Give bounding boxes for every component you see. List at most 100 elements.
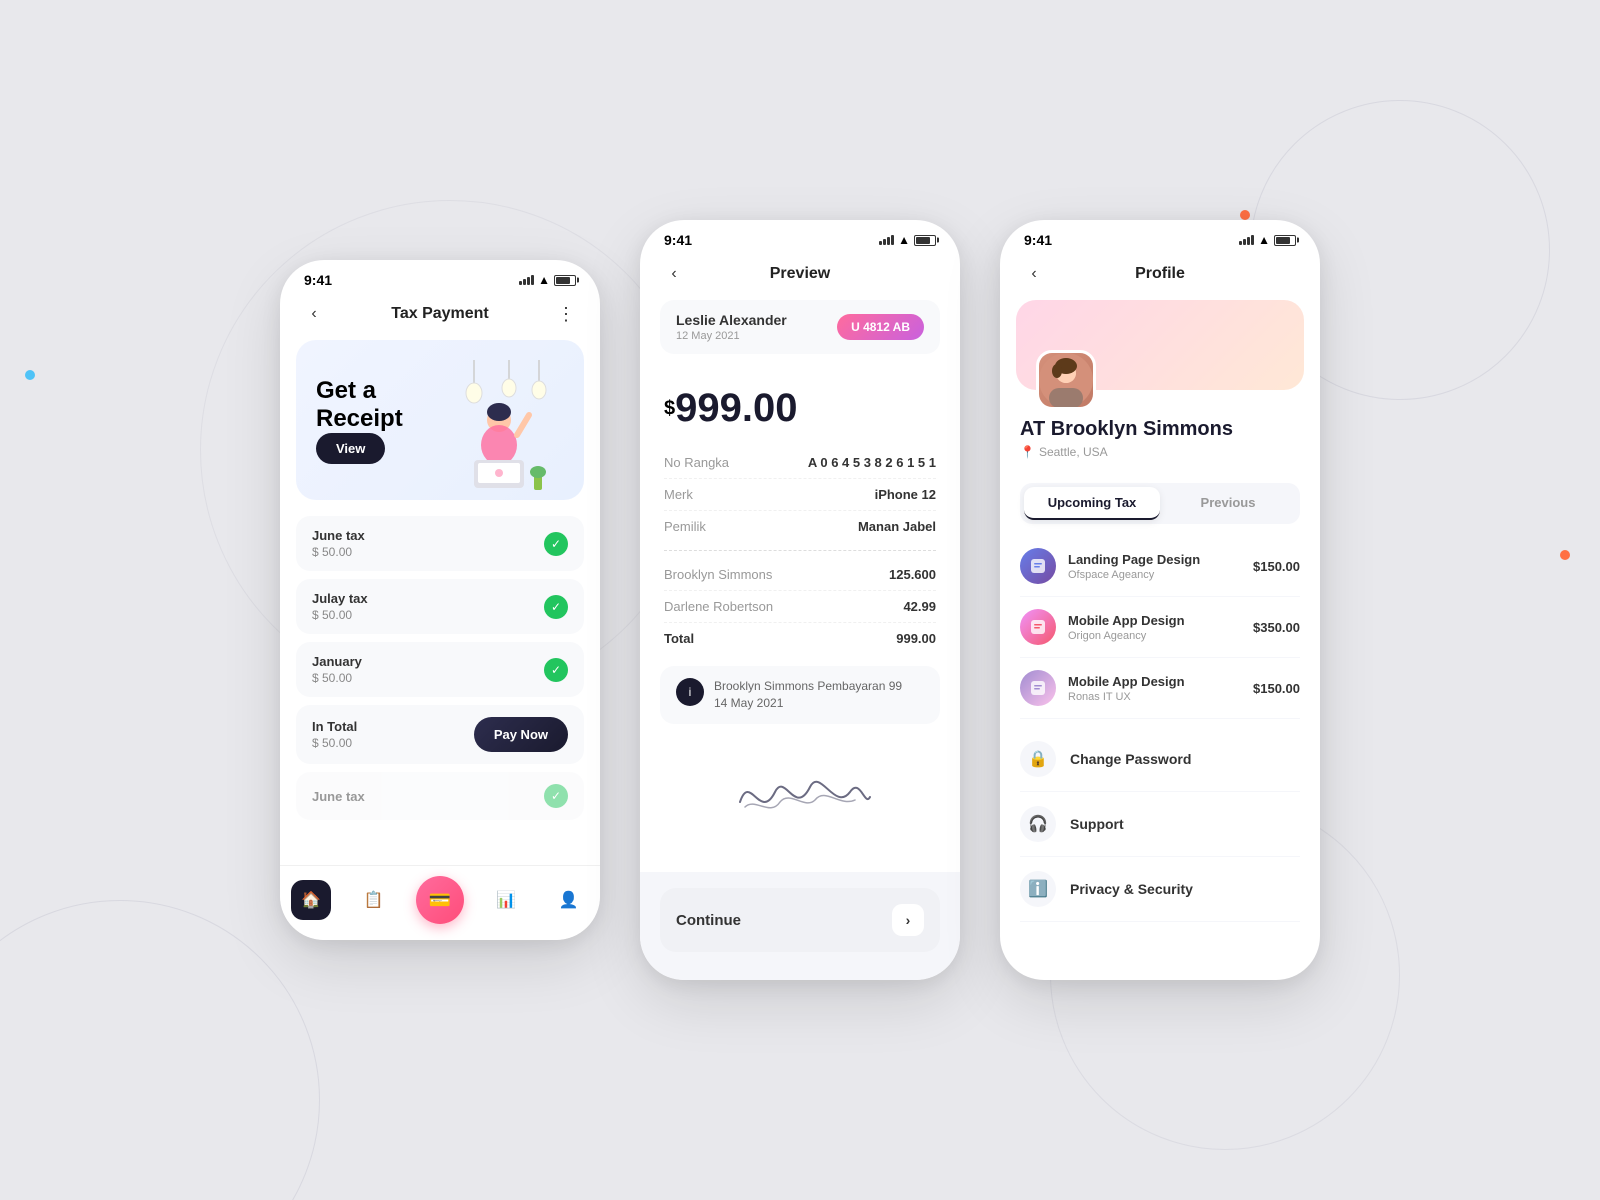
location-pin-icon: 📍 bbox=[1020, 445, 1035, 459]
tax-entry-1-amount: $150.00 bbox=[1253, 559, 1300, 574]
page-title-right: Profile bbox=[1135, 265, 1185, 283]
settings-items: 🔒 Change Password 🎧 Support ℹ️ Privacy &… bbox=[1000, 719, 1320, 930]
breakdown-label-darlene: Darlene Robertson bbox=[664, 599, 773, 614]
status-icons-middle: ▲ bbox=[879, 233, 936, 247]
battery-icon-left bbox=[554, 275, 576, 286]
nav-home[interactable]: 🏠 bbox=[291, 880, 331, 920]
tax-entry-3-company: Ronas IT UX bbox=[1068, 691, 1185, 703]
breakdown-value-total: 999.00 bbox=[896, 631, 936, 646]
support-icon: 🎧 bbox=[1020, 806, 1056, 842]
breakdown-label-total: Total bbox=[664, 631, 694, 646]
view-button[interactable]: View bbox=[316, 433, 385, 464]
status-icons-right: ▲ bbox=[1239, 233, 1296, 247]
detail-row-merk: Merk iPhone 12 bbox=[664, 479, 936, 511]
tax-item-total-amount: $ 50.00 bbox=[312, 736, 357, 750]
continue-btn-container: Continue › bbox=[640, 872, 960, 980]
info-main-text: Brooklyn Simmons Pembayaran 99 bbox=[714, 678, 902, 695]
settings-change-password[interactable]: 🔒 Change Password bbox=[1020, 727, 1300, 792]
battery-icon-middle bbox=[914, 235, 936, 246]
wifi-icon-left: ▲ bbox=[538, 273, 550, 287]
detail-label-pemilik: Pemilik bbox=[664, 519, 706, 534]
currency-symbol: $ bbox=[664, 398, 675, 420]
tax-entry-2-amount: $350.00 bbox=[1253, 620, 1300, 635]
tax-item-total-info: In Total $ 50.00 bbox=[312, 719, 357, 750]
tax-item-january: January $ 50.00 ✓ bbox=[296, 642, 584, 697]
lock-icon: 🔒 bbox=[1020, 741, 1056, 777]
nav-center-payment[interactable]: 💳 bbox=[416, 876, 464, 924]
list-icon: 📋 bbox=[364, 890, 384, 910]
detail-value-merk: iPhone 12 bbox=[875, 487, 936, 502]
tax-item-june2: June tax ✓ bbox=[296, 772, 584, 820]
tax-entry-2-info: Mobile App Design Origon Ageancy bbox=[1068, 613, 1185, 642]
continue-button[interactable]: Continue › bbox=[660, 888, 940, 952]
wifi-icon-middle: ▲ bbox=[898, 233, 910, 247]
back-button-right[interactable]: ‹ bbox=[1020, 260, 1048, 288]
receipt-badge: U 4812 AB bbox=[837, 314, 924, 340]
preview-phone: 9:41 ▲ ‹ Preview Lesl bbox=[640, 220, 960, 980]
receipt-user-date: 12 May 2021 bbox=[676, 330, 787, 342]
screens-container: 9:41 ▲ ‹ Tax Payment ⋮ bbox=[280, 220, 1320, 980]
tab-previous[interactable]: Previous bbox=[1160, 487, 1296, 520]
signal-bars-right bbox=[1239, 235, 1254, 245]
continue-arrow: › bbox=[892, 904, 924, 936]
signal-bars-left bbox=[519, 275, 534, 285]
receipt-user-name: Leslie Alexander bbox=[676, 312, 787, 328]
status-time-right: 9:41 bbox=[1024, 232, 1052, 248]
check-icon-julay: ✓ bbox=[544, 595, 568, 619]
tax-item-julay-info: Julay tax $ 50.00 bbox=[312, 591, 368, 622]
tax-item-total-name: In Total bbox=[312, 719, 357, 734]
nav-analytics[interactable]: 📊 bbox=[486, 880, 526, 920]
status-time-left: 9:41 bbox=[304, 272, 332, 288]
settings-privacy[interactable]: ℹ️ Privacy & Security bbox=[1020, 857, 1300, 922]
app-header-right: ‹ Profile bbox=[1000, 252, 1320, 300]
info-box: i Brooklyn Simmons Pembayaran 99 14 May … bbox=[660, 666, 940, 724]
status-icons-left: ▲ bbox=[519, 273, 576, 287]
tab-upcoming-tax[interactable]: Upcoming Tax bbox=[1024, 487, 1160, 520]
detail-label-rangka: No Rangka bbox=[664, 455, 729, 470]
tax-entry-3-amount: $150.00 bbox=[1253, 681, 1300, 696]
settings-support[interactable]: 🎧 Support bbox=[1020, 792, 1300, 857]
profile-location: 📍 Seattle, USA bbox=[1020, 445, 1300, 459]
continue-label: Continue bbox=[676, 912, 741, 929]
battery-icon-right bbox=[1274, 235, 1296, 246]
tax-entry-1: Landing Page Design Ofspace Ageancy $150… bbox=[1020, 536, 1300, 597]
profile-name: AT Brooklyn Simmons bbox=[1020, 418, 1300, 441]
tax-entry-1-name: Landing Page Design bbox=[1068, 552, 1200, 567]
nav-profile[interactable]: 👤 bbox=[549, 880, 589, 920]
pay-now-button[interactable]: Pay Now bbox=[474, 717, 568, 752]
profile-phone: 9:41 ▲ ‹ Profile bbox=[1000, 220, 1320, 980]
location-text: Seattle, USA bbox=[1039, 445, 1108, 459]
breakdown-label-brooklyn: Brooklyn Simmons bbox=[664, 567, 772, 582]
payment-icon: 💳 bbox=[429, 890, 451, 911]
decoration-dot-orange-right bbox=[1560, 550, 1570, 560]
avatar-image bbox=[1039, 353, 1093, 407]
back-button-middle[interactable]: ‹ bbox=[660, 260, 688, 288]
back-button-left[interactable]: ‹ bbox=[300, 300, 328, 328]
tax-item-june-info: June tax $ 50.00 bbox=[312, 528, 365, 559]
tax-entry-1-left: Landing Page Design Ofspace Ageancy bbox=[1020, 548, 1200, 584]
page-title-middle: Preview bbox=[770, 265, 830, 283]
tax-item-january-info: January $ 50.00 bbox=[312, 654, 362, 685]
signal-bars-middle bbox=[879, 235, 894, 245]
breakdown-total: Total 999.00 bbox=[664, 623, 936, 654]
more-button-left[interactable]: ⋮ bbox=[552, 300, 580, 328]
detail-label-merk: Merk bbox=[664, 487, 693, 502]
tax-entry-2: Mobile App Design Origon Ageancy $350.00 bbox=[1020, 597, 1300, 658]
profile-tabs: Upcoming Tax Previous bbox=[1020, 483, 1300, 524]
info-icon: i bbox=[676, 678, 704, 706]
tax-item-june-name: June tax bbox=[312, 528, 365, 543]
app-header-middle: ‹ Preview bbox=[640, 252, 960, 300]
nav-list[interactable]: 📋 bbox=[354, 880, 394, 920]
tax-item-june2-info: June tax bbox=[312, 789, 365, 804]
bottom-nav-left: 🏠 📋 💳 📊 👤 bbox=[280, 865, 600, 940]
breakdown-brooklyn: Brooklyn Simmons 125.600 bbox=[664, 559, 936, 591]
change-password-label: Change Password bbox=[1070, 751, 1191, 767]
tax-item-julay-amount: $ 50.00 bbox=[312, 608, 368, 622]
privacy-label: Privacy & Security bbox=[1070, 881, 1193, 897]
signature-svg bbox=[720, 752, 880, 832]
decoration-dot-orange-mid bbox=[1240, 210, 1250, 220]
banner-illustration bbox=[444, 360, 564, 480]
receipt-banner: Get a Receipt View bbox=[296, 340, 584, 500]
analytics-icon: 📊 bbox=[496, 890, 516, 910]
divider bbox=[664, 550, 936, 551]
